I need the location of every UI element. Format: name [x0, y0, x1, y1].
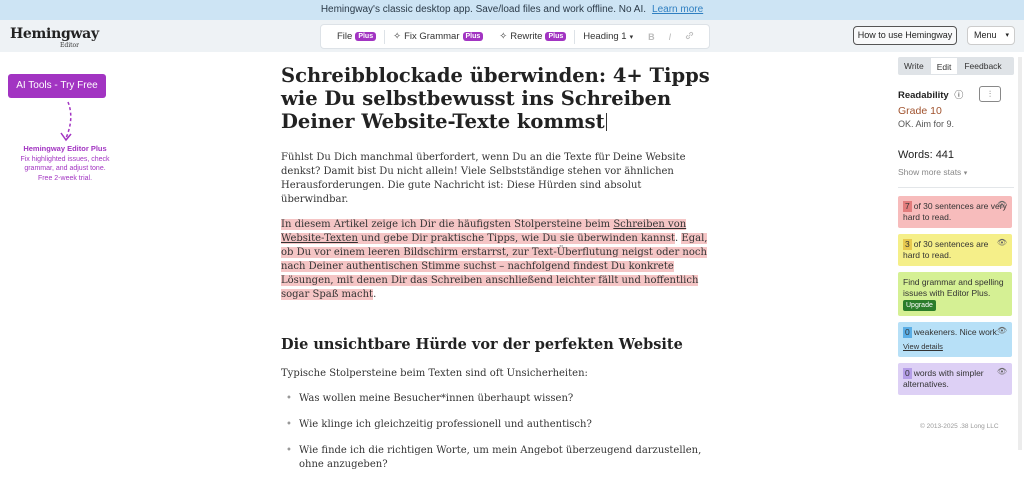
- settings-sliders-icon[interactable]: ⫶: [979, 86, 1001, 102]
- readability-label: Readability: [898, 90, 949, 101]
- readability-heading: Readability ⓘ ⫶: [898, 86, 1014, 102]
- logo: Hemingway: [10, 26, 99, 42]
- link-icon[interactable]: [678, 31, 701, 42]
- plus-badge: Plus: [462, 32, 484, 41]
- mode-tabs: Write Edit Feedback: [898, 57, 1014, 75]
- italic-button[interactable]: I: [662, 32, 679, 42]
- file-label: File: [337, 31, 353, 42]
- list-item[interactable]: Wie klinge ich gleichzeitig professionel…: [285, 418, 711, 432]
- tab-write[interactable]: Write: [898, 57, 930, 75]
- tab-feedback[interactable]: Feedback: [958, 57, 1007, 75]
- tab-edit[interactable]: Edit: [929, 57, 959, 75]
- section-heading[interactable]: Die unsichtbare Hürde vor der perfekten …: [281, 336, 711, 353]
- editor-plus-promo: Hemingway Editor Plus Fix highlighted is…: [8, 144, 122, 183]
- eye-icon[interactable]: 👁: [997, 237, 1007, 248]
- rewrite-label: Rewrite: [510, 31, 543, 42]
- simpler-count: 0: [903, 368, 912, 379]
- fix-grammar-label: Fix Grammar: [404, 31, 460, 42]
- paragraph[interactable]: Fühlst Du Dich manchmal überfordert, wen…: [281, 151, 711, 207]
- promo-text: Fix highlighted issues, check grammar, a…: [20, 155, 110, 173]
- top-banner: Hemingway's classic desktop app. Save/lo…: [0, 0, 1024, 20]
- eye-icon[interactable]: 👁: [997, 199, 1007, 210]
- sparkle-icon: ✧: [393, 31, 402, 42]
- sidebar: Write Edit Feedback Readability ⓘ ⫶ Grad…: [898, 57, 1014, 395]
- chevron-down-icon: ▾: [963, 170, 968, 177]
- simpler-alternatives-card[interactable]: 0 words with simpler alternatives. 👁: [898, 363, 1012, 395]
- eye-icon[interactable]: 👁: [997, 325, 1007, 336]
- info-icon[interactable]: ⓘ: [954, 90, 963, 100]
- logo-sub: Editor: [60, 42, 80, 49]
- bullet-list: Was wollen meine Besucher*innen überhaup…: [281, 392, 711, 472]
- hard-count: 3: [903, 239, 912, 250]
- grade-aim: OK. Aim for 9.: [898, 119, 955, 129]
- heading-select[interactable]: Heading 1 ▾: [575, 31, 641, 42]
- list-item[interactable]: Wie finde ich die richtigen Worte, um me…: [285, 444, 711, 472]
- how-to-use-button[interactable]: How to use Hemingway: [853, 26, 957, 45]
- simpler-text: words with simpler alternatives.: [903, 368, 984, 389]
- promo-title: Hemingway Editor Plus: [23, 144, 107, 153]
- list-item[interactable]: Was wollen meine Besucher*innen überhaup…: [285, 392, 711, 406]
- document-title[interactable]: Schreibblockade überwinden: 4+ Tipps wie…: [281, 64, 711, 133]
- divider: [898, 187, 1014, 188]
- rewrite-button[interactable]: ✧ Rewrite Plus: [491, 31, 574, 42]
- show-more-stats[interactable]: Show more stats ▾: [898, 167, 1014, 177]
- sparkle-icon: ✧: [499, 31, 508, 42]
- very-hard-count: 7: [903, 201, 912, 212]
- bold-button[interactable]: B: [641, 32, 662, 42]
- hard-card[interactable]: 3 of 30 sentences are hard to read. 👁: [898, 234, 1012, 266]
- upgrade-button[interactable]: Upgrade: [903, 300, 936, 311]
- heading-label: Heading 1: [583, 31, 627, 42]
- chevron-down-icon: ▾: [1005, 32, 1009, 39]
- chevron-down-icon: ▾: [629, 33, 634, 41]
- text-caret: [605, 113, 607, 131]
- word-count: Words: 441: [898, 149, 955, 161]
- copyright: © 2013-2025 .38 Long LLC: [920, 423, 999, 430]
- banner-text: Hemingway's classic desktop app. Save/lo…: [320, 4, 647, 15]
- file-menu-button[interactable]: File Plus: [329, 31, 384, 42]
- arrow-icon: [60, 101, 72, 142]
- menu-label: Menu: [974, 30, 997, 40]
- paragraph[interactable]: Typische Stolpersteine beim Texten sind …: [281, 367, 711, 381]
- very-hard-sentence: In diesem Artikel zeige ich Dir die häuf…: [281, 219, 687, 244]
- plus-badge: Plus: [355, 32, 377, 41]
- eye-icon[interactable]: 👁: [997, 366, 1007, 377]
- very-hard-card[interactable]: 7 of 30 sentences are very hard to read. …: [898, 196, 1012, 228]
- promo-trial: Free 2-week trial.: [37, 174, 93, 182]
- weakeners-count: 0: [903, 327, 912, 338]
- view-details-link[interactable]: View details: [903, 341, 1007, 352]
- grammar-card[interactable]: Find grammar and spelling issues with Ed…: [898, 272, 1012, 316]
- document-editor[interactable]: Schreibblockade überwinden: 4+ Tipps wie…: [281, 64, 711, 484]
- paragraph-highlighted[interactable]: In diesem Artikel zeige ich Dir die häuf…: [281, 218, 711, 302]
- weakeners-card[interactable]: 0 weakeners. Nice work. View details 👁: [898, 322, 1012, 357]
- editor-toolbar: File Plus ✧ Fix Grammar Plus ✧ Rewrite P…: [320, 24, 711, 49]
- scrollbar[interactable]: [1018, 57, 1022, 450]
- grammar-text: Find grammar and spelling issues with Ed…: [903, 277, 1004, 298]
- weakeners-text: weakeners. Nice work.: [913, 327, 1000, 337]
- very-hard-text: of 30 sentences are very hard to read.: [903, 201, 1007, 222]
- menu-button[interactable]: Menu ▾: [967, 26, 1015, 45]
- hard-text: of 30 sentences are hard to read.: [903, 239, 989, 260]
- plus-badge: Plus: [545, 32, 567, 41]
- learn-more-link[interactable]: Learn more: [652, 4, 703, 15]
- grade-level: Grade 10: [898, 105, 942, 117]
- fix-grammar-button[interactable]: ✧ Fix Grammar Plus: [385, 31, 491, 42]
- ai-tools-button[interactable]: AI Tools - Try Free: [8, 74, 106, 98]
